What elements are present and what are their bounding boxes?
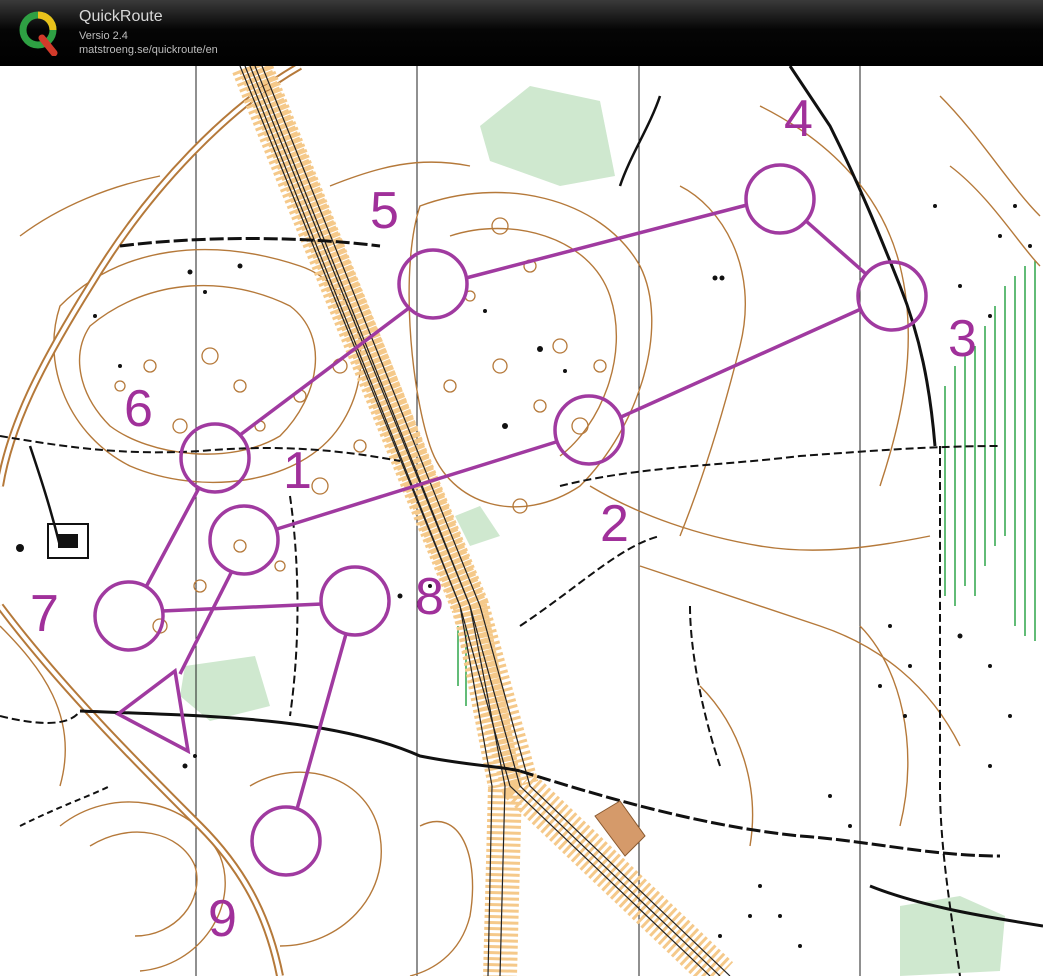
control-number-3: 3	[948, 310, 977, 368]
title-bar: QuickRoute Versio 2.4 matstroeng.se/quic…	[0, 0, 1043, 66]
control-number-8: 8	[415, 568, 444, 626]
control-circle-1	[208, 504, 280, 576]
quickroute-logo-icon	[19, 11, 58, 56]
control-circle-7	[93, 580, 165, 652]
control-circle-3	[856, 260, 928, 332]
map-canvas[interactable]: 1 2 3 4 5 6 7 8 9	[0, 66, 1043, 976]
app-version: Versio 2.4	[79, 30, 128, 42]
control-number-2: 2	[600, 495, 629, 553]
control-circle-4	[744, 163, 816, 235]
control-number-7: 7	[30, 585, 59, 643]
app-title: QuickRoute	[79, 8, 163, 25]
app-url-link[interactable]: matstroeng.se/quickroute/en	[79, 44, 218, 56]
control-number-9: 9	[208, 890, 237, 948]
tracks	[0, 66, 1043, 976]
control-circle-8	[319, 565, 391, 637]
control-number-5: 5	[370, 182, 399, 240]
control-number-6: 6	[124, 380, 153, 438]
knoll-details	[114, 217, 607, 634]
control-circle-9	[250, 805, 322, 877]
orienteering-map-view[interactable]: 1 2 3 4 5 6 7 8 9	[0, 66, 1043, 976]
control-number-4: 4	[784, 90, 813, 148]
control-circle-2	[553, 394, 625, 466]
main-road	[0, 66, 302, 976]
start-triangle	[114, 667, 191, 755]
control-number-1: 1	[283, 442, 312, 500]
